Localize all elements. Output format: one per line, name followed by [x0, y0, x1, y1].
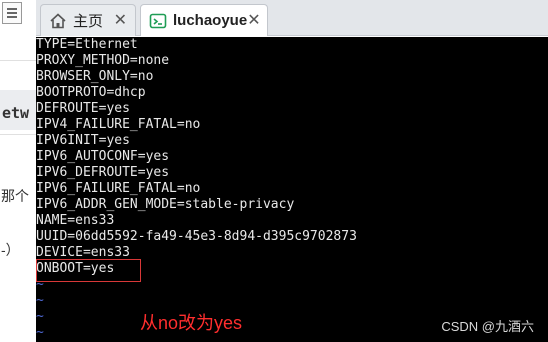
- terminal-content: TYPE=Ethernet PROXY_METHOD=none BROWSER_…: [36, 37, 357, 341]
- annotation-text: 从no改为yes: [140, 313, 243, 333]
- close-icon[interactable]: ✕: [247, 12, 260, 29]
- config-line: BOOTPROTO=dhcp: [36, 85, 146, 100]
- config-line: UUID=06dd5592-fa49-45e3-8d94-d395c970287…: [36, 229, 357, 244]
- home-icon: [49, 12, 67, 30]
- config-line: IPV6INIT=yes: [36, 133, 130, 148]
- heading-fragment: etw: [2, 104, 30, 122]
- terminal-window[interactable]: TYPE=Ethernet PROXY_METHOD=none BROWSER_…: [36, 37, 548, 342]
- highlight-box: [36, 259, 141, 282]
- tab-label: 主页: [73, 13, 104, 30]
- config-line: BROWSER_ONLY=no: [36, 69, 154, 84]
- config-line: IPV6_AUTOCONF=yes: [36, 149, 170, 164]
- tab-luchaoyue[interactable]: luchaoyue ✕: [140, 4, 268, 36]
- terminal-icon: [149, 12, 167, 30]
- config-line: IPV4_FAILURE_FATAL=no: [36, 117, 201, 132]
- background-document: etw 那个 -）: [0, 0, 36, 342]
- config-line: PROXY_METHOD=none: [36, 53, 170, 68]
- menu-icon[interactable]: [2, 2, 22, 24]
- config-line: IPV6_ADDR_GEN_MODE=stable-privacy: [36, 197, 295, 212]
- empty-line-marker: ~: [36, 293, 44, 308]
- close-icon[interactable]: ✕: [114, 12, 127, 29]
- watermark: CSDN @九酒六: [441, 319, 534, 334]
- divider: [0, 60, 36, 61]
- tab-home[interactable]: 主页 ✕: [40, 4, 136, 36]
- config-line: TYPE=Ethernet: [36, 37, 138, 52]
- text-fragment: 那个: [1, 188, 29, 204]
- text-fragment: -）: [1, 242, 20, 258]
- config-line: DEFROUTE=yes: [36, 101, 130, 116]
- tab-label: luchaoyue: [173, 12, 248, 29]
- config-line: NAME=ens33: [36, 213, 115, 228]
- divider: [0, 134, 36, 135]
- config-line: IPV6_DEFROUTE=yes: [36, 165, 170, 180]
- config-line: IPV6_FAILURE_FATAL=no: [36, 181, 201, 196]
- tab-bar: 主页 ✕ luchaoyue ✕: [36, 0, 548, 36]
